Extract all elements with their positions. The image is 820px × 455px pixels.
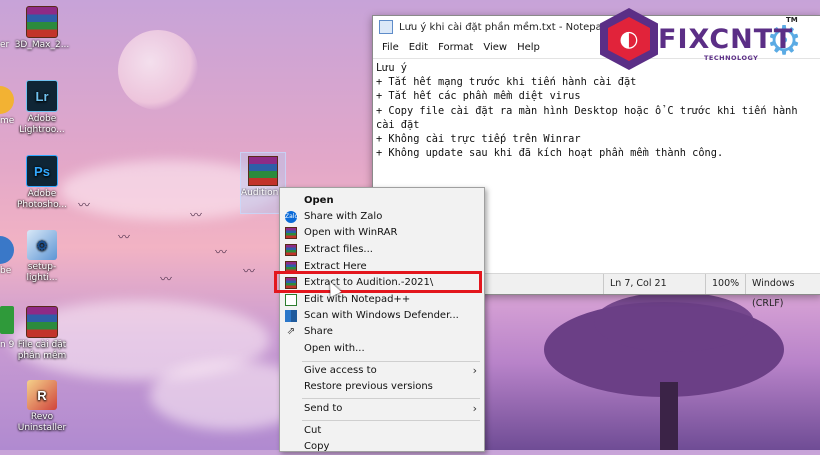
status-line-ending: Windows (CRLF) [745, 274, 820, 309]
chevron-right-icon: › [472, 364, 477, 377]
desktop-icon-label: 3D_Max_2... [14, 40, 70, 50]
desktop-icon-lightroom[interactable]: Lr Adobe Lightroo... [14, 80, 70, 136]
bird-icon: 〰 [78, 198, 91, 212]
menu-separator [302, 398, 480, 399]
logo-subtitle: TECHNOLOGY [704, 54, 759, 62]
partial-desktop-label: er [0, 40, 10, 50]
photoshop-icon: Ps [26, 155, 58, 187]
winrar-icon [285, 227, 297, 239]
bird-icon: 〰 [118, 230, 131, 244]
desktop-icon-3dmax[interactable]: 3D_Max_2... [14, 6, 70, 51]
revo-uninstaller-icon: R [27, 380, 57, 410]
winrar-archive-icon [26, 6, 58, 38]
partial-desktop-label: me [0, 116, 15, 126]
share-icon: ⇗ [286, 326, 296, 337]
menu-item-give-access[interactable]: Give access to › [280, 363, 484, 379]
winrar-icon [285, 244, 297, 256]
desktop-icon-photoshop[interactable]: Ps Adobe Photosho... [14, 155, 70, 211]
chevron-right-icon: › [472, 402, 477, 415]
menu-item-open[interactable]: Open [280, 193, 484, 209]
logo-badge: ◐ [600, 8, 658, 70]
menu-help[interactable]: Help [517, 42, 540, 53]
installer-icon: ⚙ [27, 230, 57, 260]
desktop-icon-file-cai-dat[interactable]: File cài đặt phần mềm [14, 306, 70, 362]
menu-item-share[interactable]: ⇗ Share [280, 324, 484, 340]
status-cursor-position: Ln 7, Col 21 [603, 274, 706, 294]
desktop-icon-label: setup-lighti... [26, 262, 58, 283]
logo-trademark: TM [786, 16, 798, 24]
notepad-title: Lưu ý khi cài đặt phần mềm.txt - Notepad [399, 21, 609, 33]
menu-separator [302, 361, 480, 362]
bird-icon: 〰 [243, 264, 256, 278]
menu-item-send-to[interactable]: Send to › [280, 401, 484, 417]
menu-item-open-winrar[interactable]: Open with WinRAR [280, 225, 484, 241]
desktop-icon-setup[interactable]: ⚙ setup-lighti... [14, 230, 70, 284]
desktop-icon-label: File cài đặt phần mềm [17, 340, 67, 361]
menu-edit[interactable]: Edit [409, 42, 428, 53]
winrar-archive-icon [248, 156, 278, 186]
menu-item-edit-notepadpp[interactable]: Edit with Notepad++ [280, 292, 484, 308]
windows-defender-icon [285, 310, 297, 322]
menu-item-copy[interactable]: Copy [280, 439, 484, 455]
menu-format[interactable]: Format [438, 42, 473, 53]
app-icon[interactable] [0, 306, 14, 334]
zalo-icon: Zalo [285, 211, 298, 223]
menu-file[interactable]: File [382, 42, 399, 53]
logo-name: FIXCNTT [658, 24, 794, 55]
partial-desktop-label: n 9 [0, 340, 15, 350]
menu-item-share-zalo[interactable]: Zalo Share with Zalo [280, 209, 484, 225]
menu-item-scan-defender[interactable]: Scan with Windows Defender... [280, 308, 484, 324]
desktop-icon-label: Adobe Photosho... [17, 189, 67, 210]
app-icon[interactable] [0, 236, 14, 264]
menu-item-restore-versions[interactable]: Restore previous versions [280, 379, 484, 395]
lightroom-icon: Lr [26, 80, 58, 112]
desktop-icon-label: Revo Uninstaller [17, 412, 67, 433]
bird-icon: 〰 [190, 208, 203, 222]
notepad-icon [379, 20, 393, 34]
moon [118, 30, 198, 110]
status-zoom: 100% [705, 274, 748, 294]
winrar-archive-icon [26, 306, 58, 338]
menu-item-cut[interactable]: Cut [280, 423, 484, 439]
notepadpp-icon [285, 294, 297, 306]
desktop-icon-label: Adobe Lightroo... [19, 114, 65, 135]
chrome-icon[interactable] [0, 86, 14, 114]
partial-desktop-label: be [0, 266, 12, 276]
fixcntt-logo: ◐ ⚙ FIXCNTT TECHNOLOGY TM [600, 8, 810, 72]
menu-item-extract-files[interactable]: Extract files... [280, 242, 484, 258]
bird-icon: 〰 [160, 272, 173, 286]
desktop-icon-revo[interactable]: R Revo Uninstaller [14, 380, 70, 434]
context-menu: Open Zalo Share with Zalo Open with WinR… [279, 187, 485, 452]
bird-icon: 〰 [215, 245, 228, 259]
tree-wallpaper-area [484, 292, 820, 450]
highlight-box [274, 271, 482, 293]
menu-view[interactable]: View [483, 42, 507, 53]
menu-item-open-with[interactable]: Open with... [280, 341, 484, 357]
logo-globe-icon: ◐ [608, 17, 650, 61]
menu-separator [302, 420, 480, 421]
